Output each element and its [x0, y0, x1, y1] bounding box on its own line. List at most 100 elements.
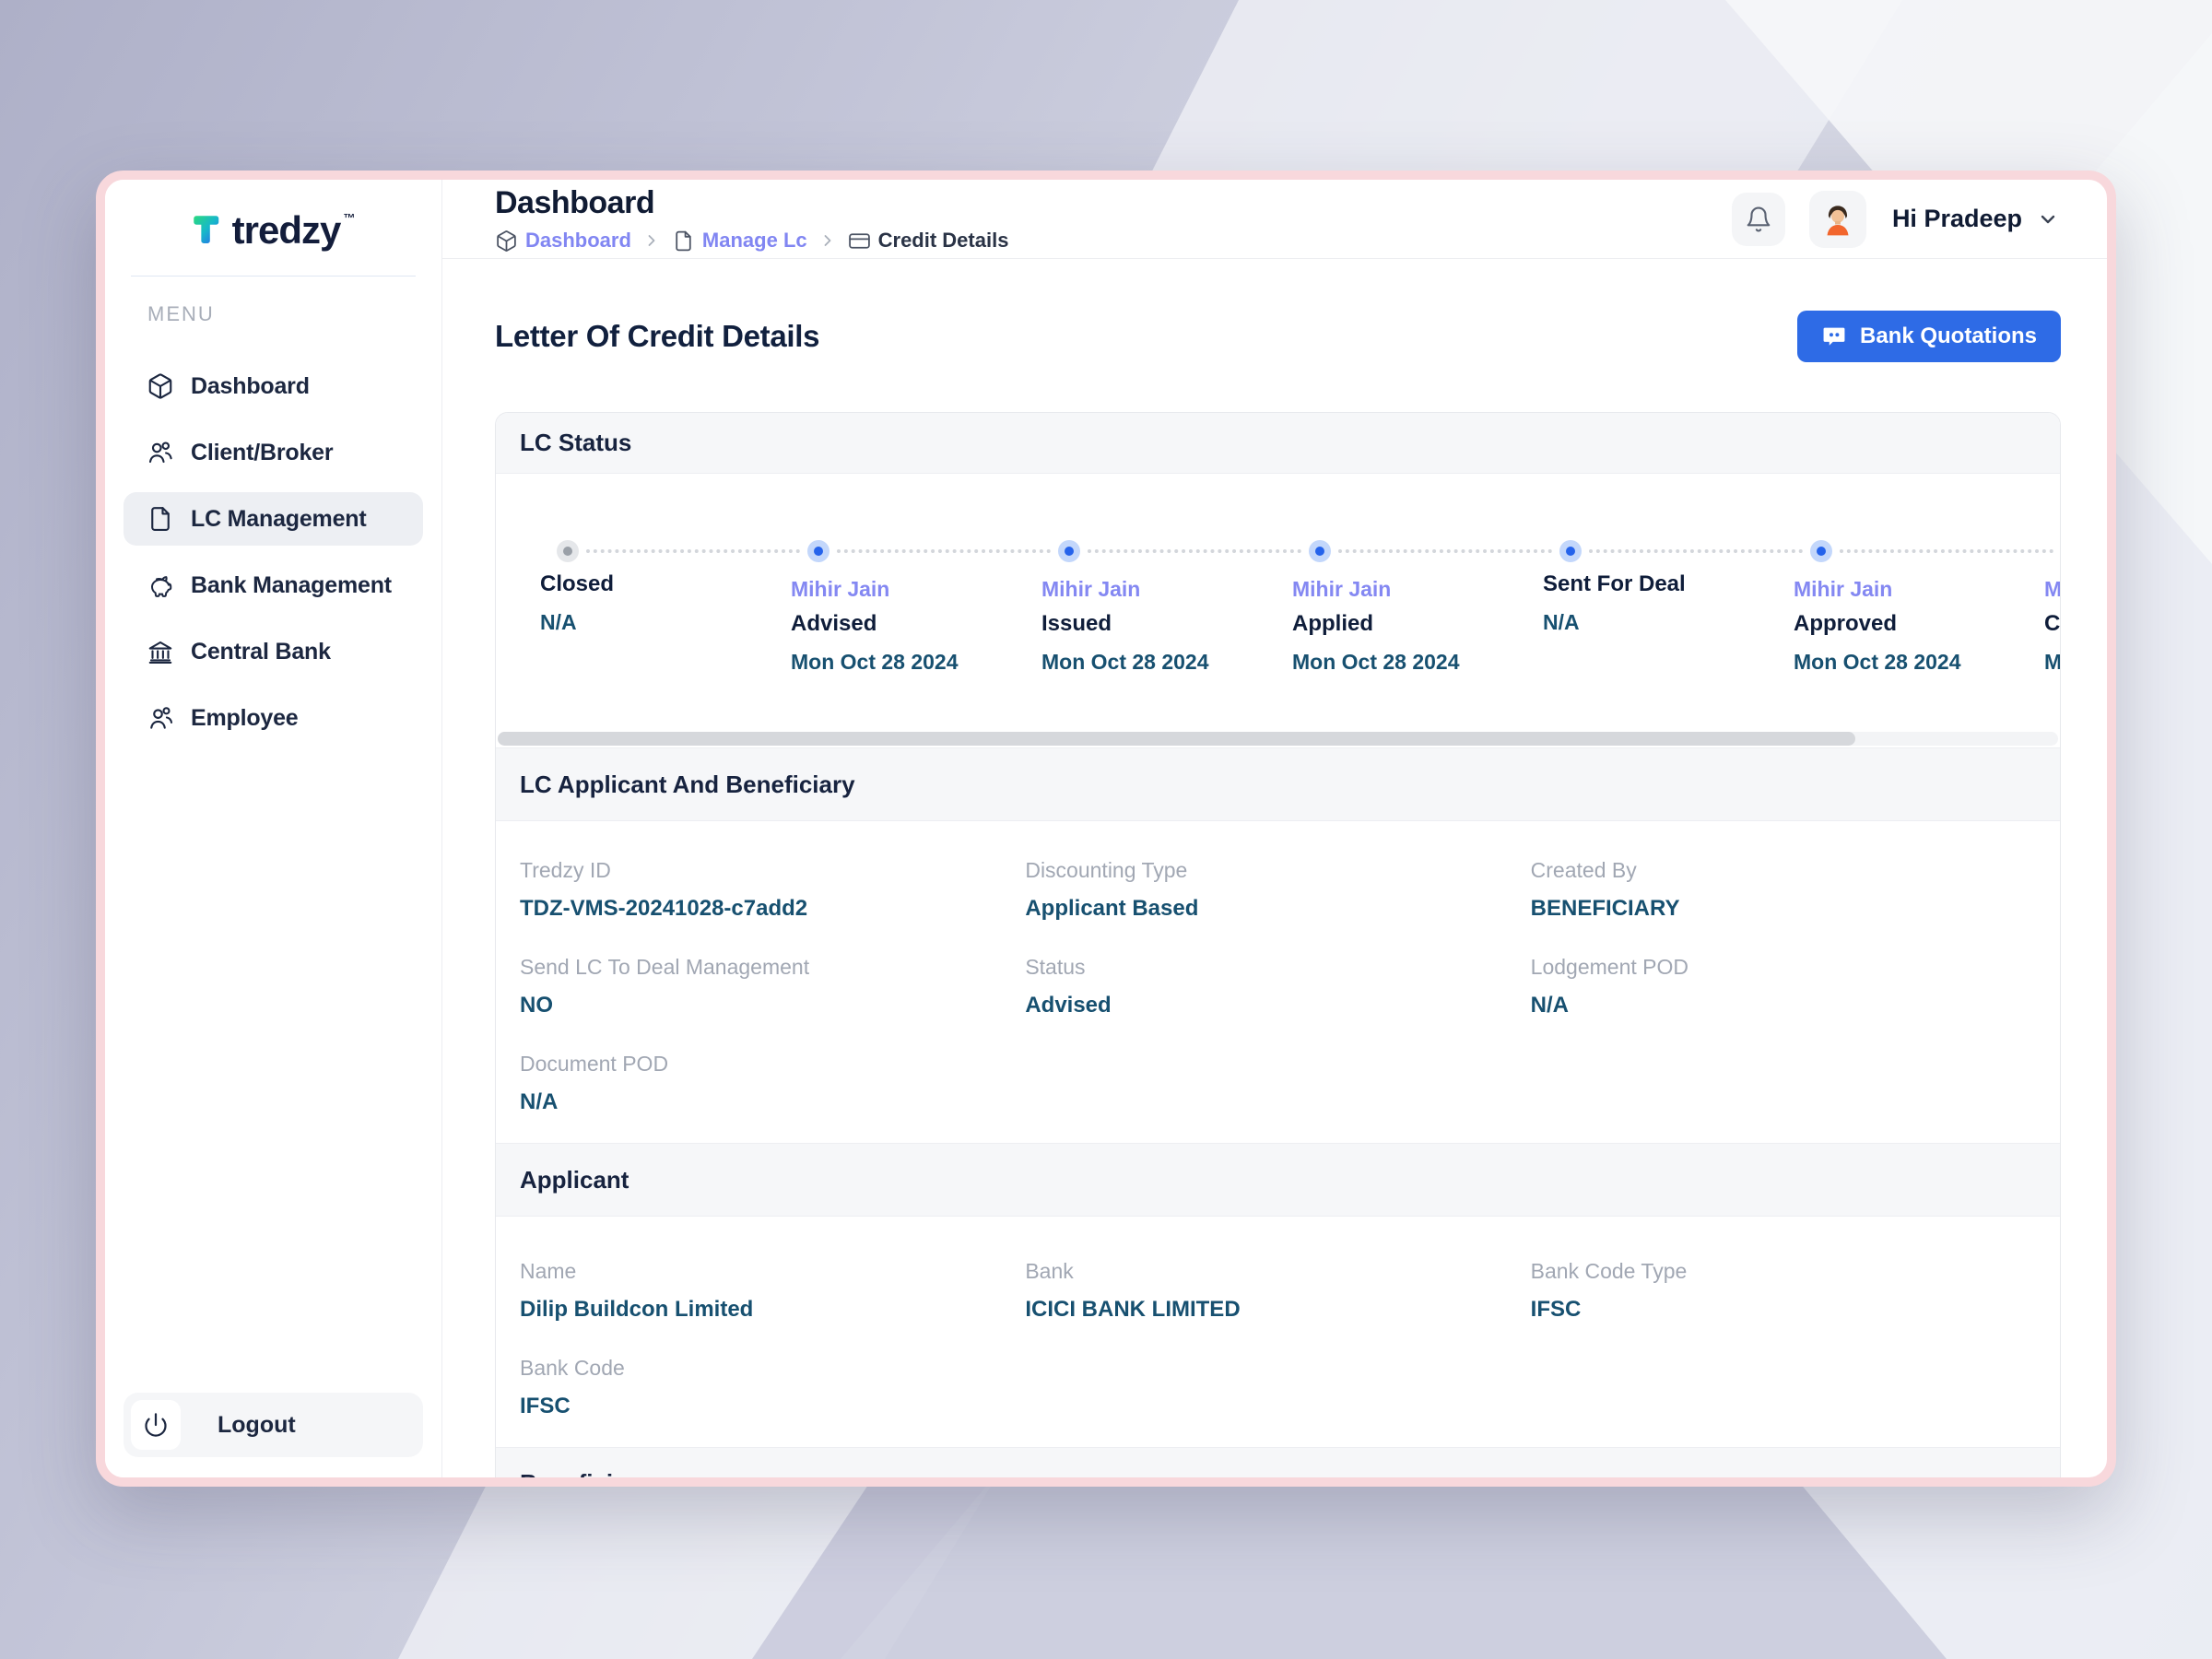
breadcrumb-manage-lc[interactable]: Manage Lc	[672, 229, 807, 253]
applicant-fields: Name Dilip Buildcon Limited Bank ICICI B…	[496, 1217, 2060, 1447]
brand-name: tredzy	[232, 211, 341, 250]
field-applicant-bank-code-type: Bank Code Type IFSC	[1531, 1259, 2036, 1323]
timeline-step-approved: Mihir Jain Approved Mon Oct 28 2024	[1794, 540, 2044, 732]
timeline-step-created: Mihir Jain Created Mon Oct 28 2024	[2044, 540, 2060, 732]
field-value: NO	[520, 993, 1025, 1018]
timeline-date: Mon Oct 28 2024	[791, 650, 1041, 675]
chevron-down-icon	[2037, 208, 2059, 230]
brand-logo[interactable]: tredzy ™	[105, 211, 441, 250]
field-document-pod: Document POD N/A	[520, 1052, 1025, 1115]
timeline-step-closed: Closed N/A	[540, 540, 791, 732]
field-value: N/A	[520, 1089, 1025, 1115]
timeline-dot	[1810, 540, 1832, 562]
page-header-title: Dashboard	[495, 185, 1008, 221]
section-header-lc-applicant-beneficiary: LC Applicant And Beneficiary	[496, 747, 2060, 821]
field-value: TDZ-VMS-20241028-c7add2	[520, 896, 1025, 922]
section-header-beneficiary: Beneficiary	[496, 1447, 2060, 1477]
top-header: Dashboard Dashboard Manage Lc Credit De	[442, 180, 2107, 259]
sidebar-item-label: Central Bank	[191, 639, 331, 665]
lc-status-timeline: Closed N/A Mihir Jain Advised Mon Oct 28…	[496, 474, 2060, 732]
notifications-button[interactable]	[1732, 193, 1785, 246]
avatar-image	[1818, 199, 1858, 240]
breadcrumb-credit-details: Credit Details	[848, 229, 1009, 253]
field-label: Lodgement POD	[1531, 955, 2036, 980]
sidebar-item-employee[interactable]: Employee	[124, 691, 423, 745]
timeline-step-applied: Mihir Jain Applied Mon Oct 28 2024	[1292, 540, 1543, 732]
timeline-scrollbar-thumb[interactable]	[498, 732, 1855, 746]
timeline-date: Mon Oct 28 2024	[1041, 650, 1292, 675]
timeline-date: N/A	[1543, 610, 1794, 635]
field-tredzy-id: Tredzy ID TDZ-VMS-20241028-c7add2	[520, 858, 1025, 922]
field-value: N/A	[1531, 993, 2036, 1018]
sidebar-item-label: Bank Management	[191, 572, 392, 599]
lc-details-card: LC Status Closed N/A Mihir Jain Advised …	[495, 412, 2061, 1477]
timeline-step-issued: Mihir Jain Issued Mon Oct 28 2024	[1041, 540, 1292, 732]
sidebar-item-label: LC Management	[191, 506, 366, 533]
timeline-status: Applied	[1292, 611, 1543, 637]
page-title-row: Letter Of Credit Details Bank Quotations	[495, 311, 2061, 362]
sidebar-item-client-broker[interactable]: Client/Broker	[124, 426, 423, 479]
timeline-status: Approved	[1794, 611, 2044, 637]
timeline-status: Issued	[1041, 611, 1292, 637]
field-label: Send LC To Deal Management	[520, 955, 1025, 980]
logout-icon-box	[131, 1400, 181, 1450]
main-area: Dashboard Dashboard Manage Lc Credit De	[442, 180, 2107, 1477]
field-label: Status	[1025, 955, 1530, 980]
logout-button[interactable]: Logout	[124, 1393, 423, 1457]
field-value: Advised	[1025, 993, 1530, 1018]
sidebar-item-central-bank[interactable]: Central Bank	[124, 625, 423, 678]
field-value: IFSC	[520, 1394, 1025, 1419]
chat-quote-icon	[1821, 324, 1847, 349]
tredzy-logo-icon	[192, 213, 225, 250]
timeline-status: Advised	[791, 611, 1041, 637]
breadcrumb-dashboard[interactable]: Dashboard	[495, 229, 631, 253]
chevron-right-icon	[642, 231, 661, 250]
timeline-dot	[557, 540, 579, 562]
field-send-lc-to-deal-management: Send LC To Deal Management NO	[520, 955, 1025, 1018]
timeline-step-advised: Mihir Jain Advised Mon Oct 28 2024	[791, 540, 1041, 732]
header-right: Hi Pradeep	[1732, 191, 2059, 248]
timeline-step-sent-for-deal: Sent For Deal N/A	[1543, 540, 1794, 732]
field-value: IFSC	[1531, 1297, 2036, 1323]
field-value: ICICI BANK LIMITED	[1025, 1297, 1530, 1323]
user-menu[interactable]: Hi Pradeep	[1892, 205, 2059, 233]
field-lodgement-pod: Lodgement POD N/A	[1531, 955, 2036, 1018]
timeline-status: Closed	[540, 571, 791, 597]
section-header-lc-status: LC Status	[496, 413, 2060, 474]
bank-icon	[147, 638, 174, 665]
app-window: tredzy ™ MENU Dashboard Client/Broker LC…	[96, 171, 2116, 1487]
field-label: Name	[520, 1259, 1025, 1284]
sidebar-item-dashboard[interactable]: Dashboard	[124, 359, 423, 413]
timeline-user: Mihir Jain	[791, 577, 1041, 602]
credit-card-icon	[848, 229, 871, 253]
bank-quotations-label: Bank Quotations	[1860, 324, 2037, 349]
timeline-dot	[807, 540, 830, 562]
file-icon	[147, 505, 174, 533]
breadcrumb-label: Credit Details	[878, 229, 1009, 253]
brand-trademark: ™	[343, 211, 355, 225]
timeline-scrollbar-track[interactable]	[498, 732, 2058, 746]
avatar[interactable]	[1809, 191, 1866, 248]
field-label: Bank	[1025, 1259, 1530, 1284]
field-applicant-bank-code: Bank Code IFSC	[520, 1356, 1025, 1419]
sidebar-item-bank-management[interactable]: Bank Management	[124, 559, 423, 612]
users-icon	[147, 439, 174, 466]
sidebar: tredzy ™ MENU Dashboard Client/Broker LC…	[105, 180, 442, 1477]
bank-quotations-button[interactable]: Bank Quotations	[1797, 311, 2061, 362]
timeline-date: Mon Oct 28 2024	[1292, 650, 1543, 675]
timeline-dot	[1058, 540, 1080, 562]
timeline-status: Created	[2044, 611, 2060, 637]
power-icon	[143, 1412, 169, 1438]
timeline-date: Mon Oct 28 2024	[1794, 650, 2044, 675]
page-title: Letter Of Credit Details	[495, 319, 819, 354]
field-value: Dilip Buildcon Limited	[520, 1297, 1025, 1323]
piggy-bank-icon	[147, 571, 174, 599]
timeline-dot	[1309, 540, 1331, 562]
section-header-applicant: Applicant	[496, 1143, 2060, 1217]
field-label: Bank Code	[520, 1356, 1025, 1381]
timeline-user: Mihir Jain	[1794, 577, 2044, 602]
chevron-right-icon	[818, 231, 837, 250]
sidebar-menu: Dashboard Client/Broker LC Management Ba…	[105, 359, 441, 758]
timeline-dot	[1559, 540, 1582, 562]
sidebar-item-lc-management[interactable]: LC Management	[124, 492, 423, 546]
